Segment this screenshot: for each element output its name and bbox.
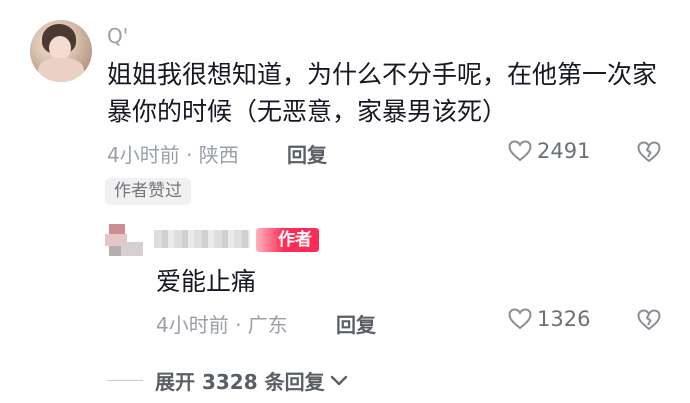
expand-replies-label: 展开 3328 条回复: [155, 370, 325, 394]
reply-reply-button[interactable]: 回复: [336, 309, 376, 338]
avatar[interactable]: [30, 20, 92, 82]
comment-like-button[interactable]: 2491: [507, 139, 590, 163]
reply-text[interactable]: 爱能止痛: [156, 262, 256, 298]
broken-heart-icon: [637, 309, 661, 331]
author-tag: 作者: [256, 228, 319, 252]
reply-dislike-button[interactable]: [636, 308, 662, 336]
comment-username[interactable]: Q': [107, 24, 128, 48]
broken-heart-icon: [637, 141, 661, 163]
comment-thread: Q' 姐姐我很想知道，为什么不分手呢，在他第一次家暴你的时候（无恶意，家暴男该死…: [0, 0, 690, 403]
author-liked-badge: 作者赞过: [105, 178, 191, 205]
expand-replies-button[interactable]: 展开 3328 条回复: [107, 366, 349, 395]
heart-outline-icon: [508, 140, 532, 162]
divider: [107, 380, 143, 381]
comment-dislike-button[interactable]: [636, 140, 662, 168]
comment-text[interactable]: 姐姐我很想知道，为什么不分手呢，在他第一次家暴你的时候（无恶意，家暴男该死）: [107, 56, 667, 130]
heart-outline-icon: [508, 308, 532, 330]
reply-like-count: 1326: [537, 307, 591, 331]
comment-reply-button[interactable]: 回复: [287, 139, 327, 168]
chevron-down-icon: [330, 375, 347, 385]
reply-time-location: 4小时前 · 广东: [156, 313, 288, 337]
comment-like-count: 2491: [537, 139, 591, 163]
reply-like-button[interactable]: 1326: [507, 307, 590, 331]
comment-time-location: 4小时前 · 陕西: [107, 143, 239, 167]
reply-avatar[interactable]: [105, 224, 145, 258]
reply-username-blurred[interactable]: [154, 230, 250, 248]
